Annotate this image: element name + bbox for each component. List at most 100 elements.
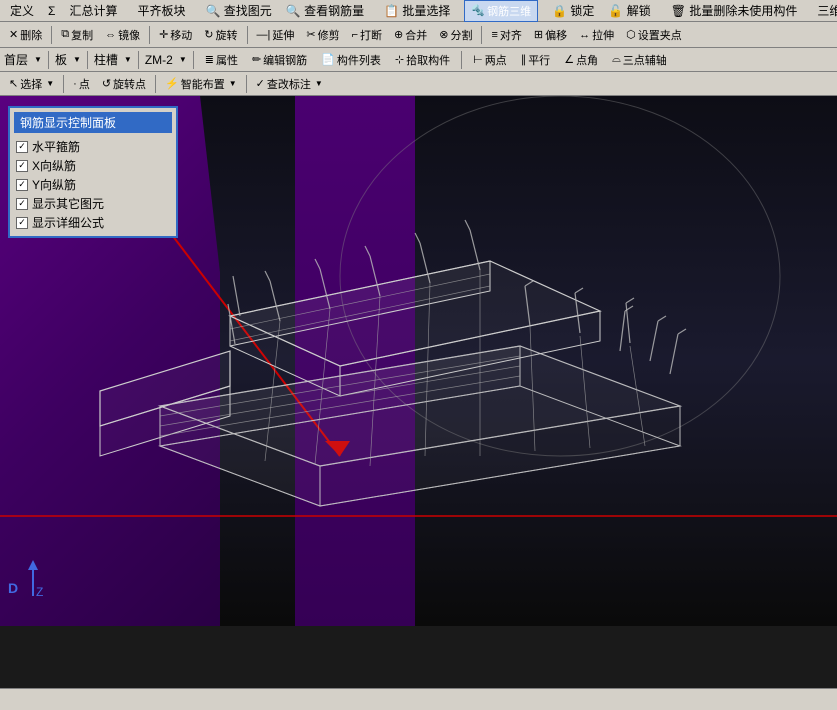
viewport: D Z 钢筋显示控制面板 ✓ 水平箍筋 ✓ X向纵筋 ✓ Y向纵筋 ✓ 显示其它… bbox=[0, 96, 837, 626]
move-icon: ✛ bbox=[159, 28, 168, 41]
col-label: 柱槽 bbox=[94, 51, 118, 68]
edit-toolbar: ✕ 删除 ⧉ 复制 ⇔ 镜像 ✛ 移动 ↻ 旋转 —| 延伸 ✂ 修剪 ⌐ 打断… bbox=[0, 22, 837, 48]
rotate-point-icon: ↺ bbox=[102, 77, 111, 90]
btn-trim[interactable]: ✂ 修剪 bbox=[301, 24, 344, 46]
checkbox-0[interactable]: ✓ bbox=[16, 141, 28, 153]
menu-summary[interactable]: 汇总计算 bbox=[63, 0, 123, 21]
merge-icon: ⊕ bbox=[394, 28, 403, 41]
smart-arrow: ▼ bbox=[229, 79, 237, 88]
btn-parallel[interactable]: ∥ 平行 bbox=[516, 49, 556, 71]
panel-item-0[interactable]: ✓ 水平箍筋 bbox=[14, 137, 172, 156]
two-point-icon: ⊢ bbox=[473, 53, 483, 66]
copy-icon: ⧉ bbox=[61, 28, 69, 41]
panel-item-3[interactable]: ✓ 显示其它图元 bbox=[14, 194, 172, 213]
d-label: D bbox=[8, 580, 18, 596]
control-panel-title: 钢筋显示控制面板 bbox=[14, 112, 172, 133]
zoom-label: ZM-2 bbox=[145, 53, 173, 67]
sep10 bbox=[63, 75, 64, 93]
menu-3d-rebar[interactable]: 🔩 钢筋三维 bbox=[464, 0, 538, 22]
btn-mirror[interactable]: ⇔ 镜像 bbox=[100, 24, 145, 46]
panel-label-1: X向纵筋 bbox=[32, 157, 76, 174]
stretch-icon: ↔ bbox=[579, 29, 590, 41]
menu-batch-select[interactable]: 📋 批量选择 bbox=[378, 0, 456, 21]
extend-icon: —| bbox=[257, 29, 271, 41]
btn-rotate[interactable]: ↻ 旋转 bbox=[199, 24, 242, 46]
sep4 bbox=[481, 26, 482, 44]
trim-icon: ✂ bbox=[306, 28, 315, 41]
menu-lock[interactable]: 🔒 锁定 bbox=[546, 0, 600, 21]
lock-icon: 🔒 bbox=[552, 4, 567, 18]
btn-pick-component[interactable]: ⊹ 拾取构件 bbox=[390, 49, 455, 71]
panel-item-2[interactable]: ✓ Y向纵筋 bbox=[14, 175, 172, 194]
menu-batch-delete[interactable]: 🗑 批量删除未使用构件 bbox=[665, 0, 804, 21]
layer-label: 首层 bbox=[4, 51, 28, 68]
btn-two-point[interactable]: ⊢ 两点 bbox=[468, 49, 512, 71]
btn-point[interactable]: · 点 bbox=[68, 73, 95, 95]
sep8 bbox=[193, 51, 194, 69]
panel-label-0: 水平箍筋 bbox=[32, 138, 80, 155]
panel-label-4: 显示详细公式 bbox=[32, 214, 104, 231]
menu-unlock[interactable]: 🔓 解锁 bbox=[602, 0, 656, 21]
menu-bar: 定义 Σ 汇总计算 平齐板块 🔍 查找图元 🔍 查看钢筋量 📋 批量选择 🔩 钢… bbox=[0, 0, 837, 22]
btn-point-angle[interactable]: ∠ 点角 bbox=[559, 49, 603, 71]
select-icon: ↖ bbox=[9, 77, 18, 90]
panel-item-4[interactable]: ✓ 显示详细公式 bbox=[14, 213, 172, 232]
edit-rebar-icon: ✏ bbox=[252, 53, 261, 66]
angle-icon: ∠ bbox=[564, 53, 574, 66]
sep3 bbox=[247, 26, 248, 44]
sep2 bbox=[149, 26, 150, 44]
btn-select[interactable]: ↖ 选择 ▼ bbox=[4, 73, 59, 95]
menu-3d-view[interactable]: 三维 bbox=[811, 0, 837, 21]
menu-find-element[interactable]: 🔍 查找图元 bbox=[199, 0, 277, 21]
view-icon: 🔍 bbox=[286, 4, 301, 18]
btn-set-grip[interactable]: ⬡ 设置夹点 bbox=[621, 24, 687, 46]
break-icon: ⌐ bbox=[352, 29, 358, 41]
mirror-icon: ⇔ bbox=[105, 29, 116, 41]
btn-move[interactable]: ✛ 移动 bbox=[154, 24, 197, 46]
find-icon: 🔍 bbox=[205, 4, 220, 18]
checkbox-1[interactable]: ✓ bbox=[16, 160, 28, 172]
select-arrow: ▼ bbox=[46, 79, 54, 88]
btn-delete[interactable]: ✕ 删除 bbox=[4, 24, 47, 46]
btn-component-list[interactable]: 📄 构件列表 bbox=[316, 49, 386, 71]
btn-extend[interactable]: —| 延伸 bbox=[252, 24, 300, 46]
btn-stretch[interactable]: ↔ 拉伸 bbox=[574, 24, 619, 46]
checkbox-3[interactable]: ✓ bbox=[16, 198, 28, 210]
three-point-icon: ⌓ bbox=[612, 53, 621, 66]
z-axis: Z bbox=[18, 558, 48, 601]
btn-copy[interactable]: ⧉ 复制 bbox=[56, 24, 98, 46]
svg-text:Z: Z bbox=[36, 585, 43, 598]
rebar-3d-icon: 🔩 bbox=[471, 4, 485, 17]
control-panel: 钢筋显示控制面板 ✓ 水平箍筋 ✓ X向纵筋 ✓ Y向纵筋 ✓ 显示其它图元 ✓… bbox=[8, 106, 178, 238]
panel-item-1[interactable]: ✓ X向纵筋 bbox=[14, 156, 172, 175]
status-bar bbox=[0, 688, 837, 710]
sep bbox=[51, 26, 52, 44]
menu-view-rebar[interactable]: 🔍 查看钢筋量 bbox=[280, 0, 370, 21]
btn-rotate-point[interactable]: ↺ 旋转点 bbox=[97, 73, 151, 95]
checkbox-4[interactable]: ✓ bbox=[16, 217, 28, 229]
col-arrow: ▼ bbox=[124, 55, 132, 64]
delete-icon: ✕ bbox=[9, 28, 18, 41]
btn-edit-rebar[interactable]: ✏ 编辑钢筋 bbox=[247, 49, 312, 71]
btn-three-point[interactable]: ⌓ 三点辅轴 bbox=[607, 49, 672, 71]
menu-align-panel[interactable]: 平齐板块 bbox=[131, 0, 191, 21]
btn-break[interactable]: ⌐ 打断 bbox=[347, 24, 387, 46]
layer-arrow: ▼ bbox=[34, 55, 42, 64]
menu-sigma[interactable]: Σ bbox=[42, 2, 61, 20]
btn-split[interactable]: ⊗ 分割 bbox=[434, 24, 477, 46]
check-arrow: ▼ bbox=[315, 79, 323, 88]
offset-icon: ⊞ bbox=[534, 28, 543, 41]
batch-icon: 📋 bbox=[384, 4, 399, 18]
menu-define[interactable]: 定义 bbox=[4, 0, 40, 21]
checkbox-2[interactable]: ✓ bbox=[16, 179, 28, 191]
btn-merge[interactable]: ⊕ 合并 bbox=[389, 24, 432, 46]
sep7 bbox=[138, 51, 139, 69]
unlock-icon: 🔓 bbox=[608, 4, 623, 18]
layer-toolbar: 首层 ▼ 板 ▼ 柱槽 ▼ ZM-2 ▼ ≣ 属性 ✏ 编辑钢筋 📄 构件列表 … bbox=[0, 48, 837, 72]
btn-offset[interactable]: ⊞ 偏移 bbox=[529, 24, 572, 46]
sep6 bbox=[87, 51, 88, 69]
btn-properties[interactable]: ≣ 属性 bbox=[200, 49, 243, 71]
btn-smart-layout[interactable]: ⚡ 智能布置 ▼ bbox=[160, 73, 242, 95]
btn-check-annotation[interactable]: ✓ 查改标注 ▼ bbox=[251, 73, 328, 95]
btn-align[interactable]: ≡ 对齐 bbox=[486, 24, 526, 46]
